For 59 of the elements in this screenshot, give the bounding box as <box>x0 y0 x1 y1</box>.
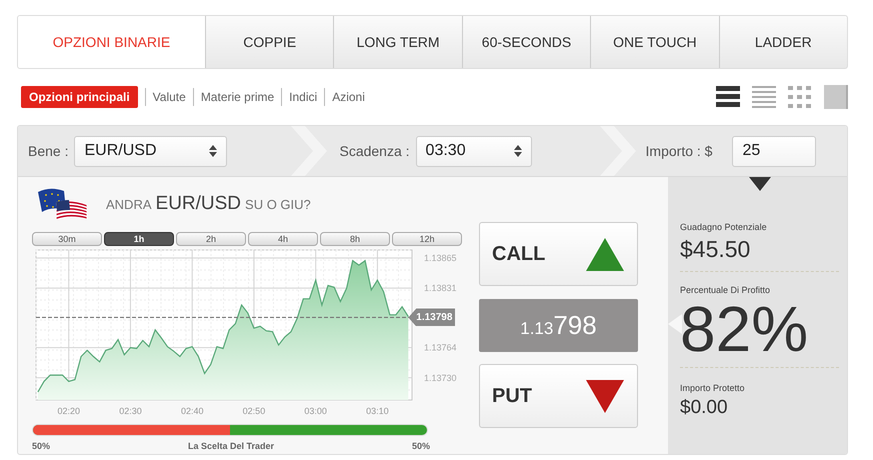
time-range-button[interactable]: 30m <box>32 232 102 246</box>
axis-label: 1.13764 <box>424 342 457 353</box>
summary-label: Percentuale Di Profitto <box>680 284 772 296</box>
tile-view-icon[interactable] <box>824 85 848 109</box>
summary-value: $45.50 <box>680 238 752 260</box>
price-display-text: 1.13798 <box>520 309 597 342</box>
asset-select[interactable]: EUR/USD <box>74 136 228 166</box>
expiry-select[interactable]: 03:30 <box>416 136 532 166</box>
call-button[interactable]: CALL <box>479 222 638 286</box>
price-tag: 1.13798 <box>408 308 456 326</box>
summary-value: $0.00 <box>680 398 729 416</box>
amount-input[interactable]: 25 <box>732 136 816 166</box>
flags-icon <box>36 186 90 222</box>
tab[interactable]: ONE TOUCH <box>591 16 720 68</box>
down-triangle-icon <box>749 177 771 191</box>
axis-label: 02:20 <box>57 406 80 416</box>
put-share: 50% <box>32 440 50 453</box>
tab[interactable]: LONG TERM <box>334 16 463 68</box>
category-link[interactable]: Indici <box>289 88 318 106</box>
category-link[interactable]: Opzioni principali <box>21 86 138 108</box>
time-range-button[interactable]: 2h <box>176 232 246 246</box>
put-button[interactable]: PUT <box>479 364 638 428</box>
axis-label: 1.13831 <box>424 283 457 294</box>
summary-label: Guadagno Potenziale <box>680 221 768 234</box>
category-link[interactable]: Valute <box>152 88 186 106</box>
amount-label: Importo : $ <box>646 142 712 161</box>
category-link[interactable]: Azioni <box>332 88 365 106</box>
question-prefix: ANDRA <box>106 196 152 214</box>
axis-label: 1.13730 <box>424 372 457 383</box>
expiry-label: Scadenza : <box>339 142 410 160</box>
call-share: 50% <box>412 440 430 453</box>
down-triangle-icon <box>585 378 625 414</box>
up-down-caret-icon <box>209 145 218 157</box>
category-link[interactable]: Materie prime <box>200 88 274 106</box>
axis-label: 02:50 <box>242 406 266 416</box>
grid-view-icon[interactable] <box>788 85 812 109</box>
tab[interactable]: LADDER <box>720 16 847 68</box>
lines-view-icon[interactable] <box>752 85 776 109</box>
asset-label: Bene : <box>28 142 68 160</box>
question-suffix: SU O GIU? <box>245 196 311 214</box>
tab[interactable]: COPPIE <box>206 16 334 68</box>
summary-label: Importo Protetto <box>680 382 746 395</box>
tab[interactable]: 60-SECONDS <box>462 16 592 68</box>
axis-label: 03:10 <box>366 406 389 416</box>
up-triangle-icon <box>585 236 625 272</box>
axis-label: 03:00 <box>304 406 327 416</box>
time-range-button[interactable]: 8h <box>320 232 390 246</box>
time-range-button[interactable]: 12h <box>392 232 462 246</box>
axis-label: 02:30 <box>119 406 142 416</box>
time-range-button[interactable]: 4h <box>248 232 318 246</box>
axis-label: 1.13865 <box>424 253 457 263</box>
summary-value: 82% <box>680 297 810 361</box>
up-down-caret-icon <box>514 145 522 157</box>
list-view-icon[interactable] <box>716 85 740 109</box>
time-range-button[interactable]: 1h <box>104 232 174 246</box>
tab[interactable]: OPZIONI BINARIE <box>18 16 206 68</box>
question-asset: EUR/USD <box>156 192 242 216</box>
trader-choice-label: La Scelta Del Trader <box>188 440 274 453</box>
axis-label: 02:40 <box>180 406 204 416</box>
